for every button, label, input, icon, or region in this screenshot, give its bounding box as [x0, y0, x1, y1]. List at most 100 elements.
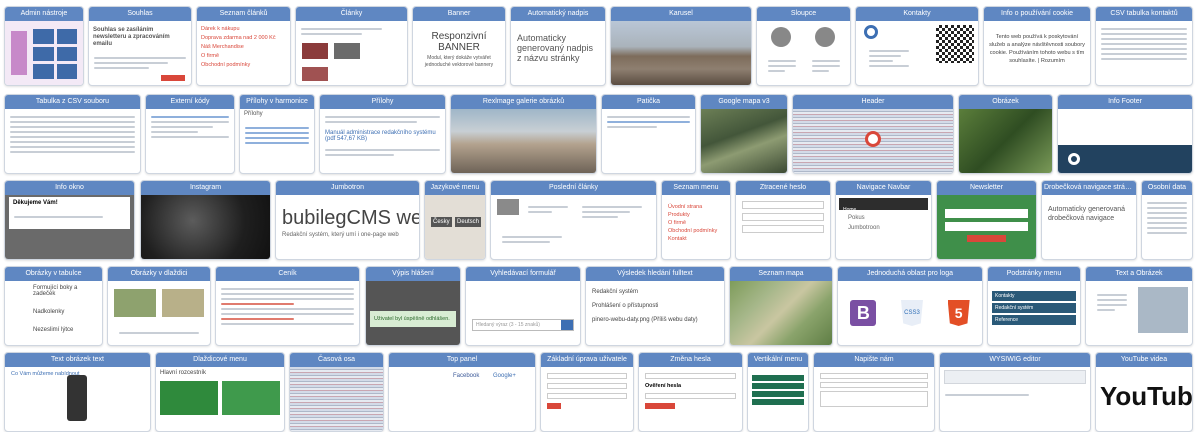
tile-wysiwyg-editor[interactable]: WYSIWIG editor — [939, 352, 1091, 432]
submenu-item: Reference — [992, 315, 1076, 325]
tile-images-in-table[interactable]: Obrázky v tabulce Formující boky a zadeč… — [4, 266, 103, 346]
tile-youtube[interactable]: YouTube videa YouTube — [1095, 352, 1193, 432]
tile-menu-list[interactable]: Seznam menu Úvodní strana Produkty O fir… — [661, 180, 731, 260]
tile-seznam-map[interactable]: Seznam mapa — [729, 266, 833, 346]
tile-thumbnail — [701, 109, 787, 173]
tile-thumbnail: Home Pokus Jumbotroon — [836, 195, 931, 259]
tile-language-menu[interactable]: Jazykové menu Česky Deutsch — [424, 180, 486, 260]
tile-instagram[interactable]: Instagram — [140, 180, 271, 260]
tile-title: Osobní data — [1142, 181, 1192, 195]
tile-title: Navigace Navbar — [836, 181, 931, 195]
tile-lost-password[interactable]: Ztracené heslo — [735, 180, 831, 260]
tile-thumbnail — [1142, 195, 1192, 259]
tile-cookie-info[interactable]: Info o používání cookie Tento web použív… — [983, 6, 1091, 86]
tile-columns[interactable]: Sloupce — [756, 6, 851, 86]
tile-navbar[interactable]: Navigace Navbar Home Pokus Jumbotroon — [835, 180, 932, 260]
tile-thumbnail — [736, 195, 830, 259]
tile-title: Instagram — [141, 181, 270, 195]
list-item: Doprava zdarma nad 2 000 Kč — [201, 35, 276, 41]
tile-auto-heading[interactable]: Automatický nadpis Automaticky generovan… — [510, 6, 606, 86]
tile-thumbnail: Facebook Google+ — [389, 367, 535, 431]
tile-subpage-menu[interactable]: Podstránky menu Kontakty Redakční systém… — [987, 266, 1081, 346]
tile-google-map[interactable]: Google mapa v3 — [700, 94, 788, 174]
tile-thumbnail — [1058, 109, 1192, 173]
tile-consent[interactable]: Souhlas Souhlas se zasíláním newsletteru… — [88, 6, 192, 86]
tile-title: Admin nástroje — [5, 7, 83, 21]
tile-title: Top panel — [389, 353, 535, 367]
tile-admin-tools[interactable]: Admin nástroje — [4, 6, 84, 86]
tile-header[interactable]: Header — [792, 94, 954, 174]
tile-article-list[interactable]: Seznam článků Dárek k nákupu Doprava zda… — [196, 6, 291, 86]
tile-banner[interactable]: Banner Responzivní BANNER Modul, který d… — [412, 6, 506, 86]
menu-item: Úvodní strana — [668, 204, 703, 210]
tile-price-list[interactable]: Ceník — [215, 266, 360, 346]
tile-thumbnail — [940, 367, 1090, 431]
tile-user-edit[interactable]: Základní úprava uživatele — [540, 352, 634, 432]
tile-thumbnail — [451, 109, 596, 173]
tile-search-form[interactable]: Vyhledávací formulář Hledaný výraz (3 - … — [465, 266, 581, 346]
tile-menu-heading: Hlavní rozcestník — [160, 370, 207, 376]
tile-title: Newsletter — [937, 181, 1036, 195]
tile-title: Text obrázek text — [5, 353, 150, 367]
tile-thumbnail — [5, 109, 140, 173]
tile-attachments[interactable]: Přílohy Manuál administrace redakčního s… — [319, 94, 446, 174]
tile-write-us[interactable]: Napište nám — [813, 352, 935, 432]
lang-button-cs: Česky — [431, 217, 452, 227]
tile-jumbotron[interactable]: Jumbotron bubilegCMS we Redakční systém,… — [275, 180, 420, 260]
tile-vertical-menu[interactable]: Vertikální menu — [747, 352, 809, 432]
avatar — [815, 27, 835, 47]
tile-thumbnail: Souhlas se zasíláním newsletteru a zprac… — [89, 21, 191, 85]
tile-contacts[interactable]: Kontakty — [855, 6, 979, 86]
tile-change-password[interactable]: Změna hesla Ověření hesla — [638, 352, 743, 432]
tile-title: Obrázek — [959, 95, 1052, 109]
tile-title: Vyhledávací formulář — [466, 267, 580, 281]
tile-title: Info o používání cookie — [984, 7, 1090, 21]
tile-title: Drobečková navigace stránek — [1042, 181, 1136, 195]
tile-title: Souhlas — [89, 7, 191, 21]
tile-csv-table[interactable]: Tabulka z CSV souboru — [4, 94, 141, 174]
tile-tile-menu[interactable]: Dlaždicové menu Hlavní rozcestník — [155, 352, 285, 432]
tile-info-window[interactable]: Info okno Děkujeme Vám! — [4, 180, 135, 260]
table-row: Nezeslimí lýtce — [33, 327, 74, 333]
tile-title: Google mapa v3 — [701, 95, 787, 109]
tile-footer[interactable]: Patička — [601, 94, 696, 174]
tile-logo-area[interactable]: Jednoduchá oblast pro loga B CSS3 5 — [837, 266, 983, 346]
banner-heading: Responzivní BANNER — [431, 31, 487, 53]
list-item: Dárek k nákupu — [201, 26, 240, 32]
tile-image[interactable]: Obrázek — [958, 94, 1053, 174]
tile-title: Časová osa — [290, 353, 383, 367]
list-item: Náš Merchandise — [201, 44, 244, 50]
submenu-item: Redakční systém — [992, 303, 1076, 313]
tile-top-panel[interactable]: Top panel Facebook Google+ — [388, 352, 536, 432]
tile-title: Jednoduchá oblast pro loga — [838, 267, 982, 281]
tile-image-gallery[interactable]: Rexlmage galerie obrázků — [450, 94, 597, 174]
tile-latest-articles[interactable]: Poslední články — [490, 180, 657, 260]
tile-thumbnail — [730, 281, 832, 345]
tile-title: Jumbotron — [276, 181, 419, 195]
tile-thumbnail: YouTube — [1096, 367, 1192, 431]
tile-thumbnail: Děkujeme Vám! — [5, 195, 134, 259]
tile-text-image-text[interactable]: Text obrázek text Co Vám můžeme nabídnou… — [4, 352, 151, 432]
auto-heading-text: Automaticky generovaný nadpis z názvu st… — [517, 33, 594, 63]
tile-fulltext-results[interactable]: Výsledek hledání fulltext Redakční systé… — [585, 266, 725, 346]
tile-carousel[interactable]: Karusel — [610, 6, 752, 86]
tile-breadcrumb[interactable]: Drobečková navigace stránek Automaticky … — [1041, 180, 1137, 260]
tile-title: Vertikální menu — [748, 353, 808, 367]
tile-text-image[interactable]: Text a Obrázek — [1085, 266, 1193, 346]
tile-thumbnail — [108, 281, 210, 345]
tile-personal-data[interactable]: Osobní data — [1141, 180, 1193, 260]
tile-info-footer[interactable]: Info Footer — [1057, 94, 1193, 174]
tile-attachments-accordion[interactable]: Přílohy v harmonice Přílohy — [239, 94, 315, 174]
tile-newsletter[interactable]: Newsletter — [936, 180, 1037, 260]
tile-external-codes[interactable]: Externí kódy — [145, 94, 235, 174]
tile-title: Automatický nadpis — [511, 7, 605, 21]
tile-images-in-tiles[interactable]: Obrázky v dlaždici — [107, 266, 211, 346]
gallery-row-4: Obrázky v tabulce Formující boky a zadeč… — [0, 266, 1197, 348]
tile-thumbnail: Dárek k nákupu Doprava zdarma nad 2 000 … — [197, 21, 290, 85]
tile-articles[interactable]: Články — [295, 6, 408, 86]
jumbotron-caption: Redakční systém, který umí i one-page we… — [282, 232, 399, 238]
tile-timeline[interactable]: Časová osa — [289, 352, 384, 432]
tile-csv-contacts[interactable]: CSV tabulka kontaktů — [1095, 6, 1193, 86]
tile-message-output[interactable]: Výpis hlášení Uživatel byl úspěšně odhlá… — [365, 266, 461, 346]
tile-thumbnail — [1096, 21, 1192, 85]
